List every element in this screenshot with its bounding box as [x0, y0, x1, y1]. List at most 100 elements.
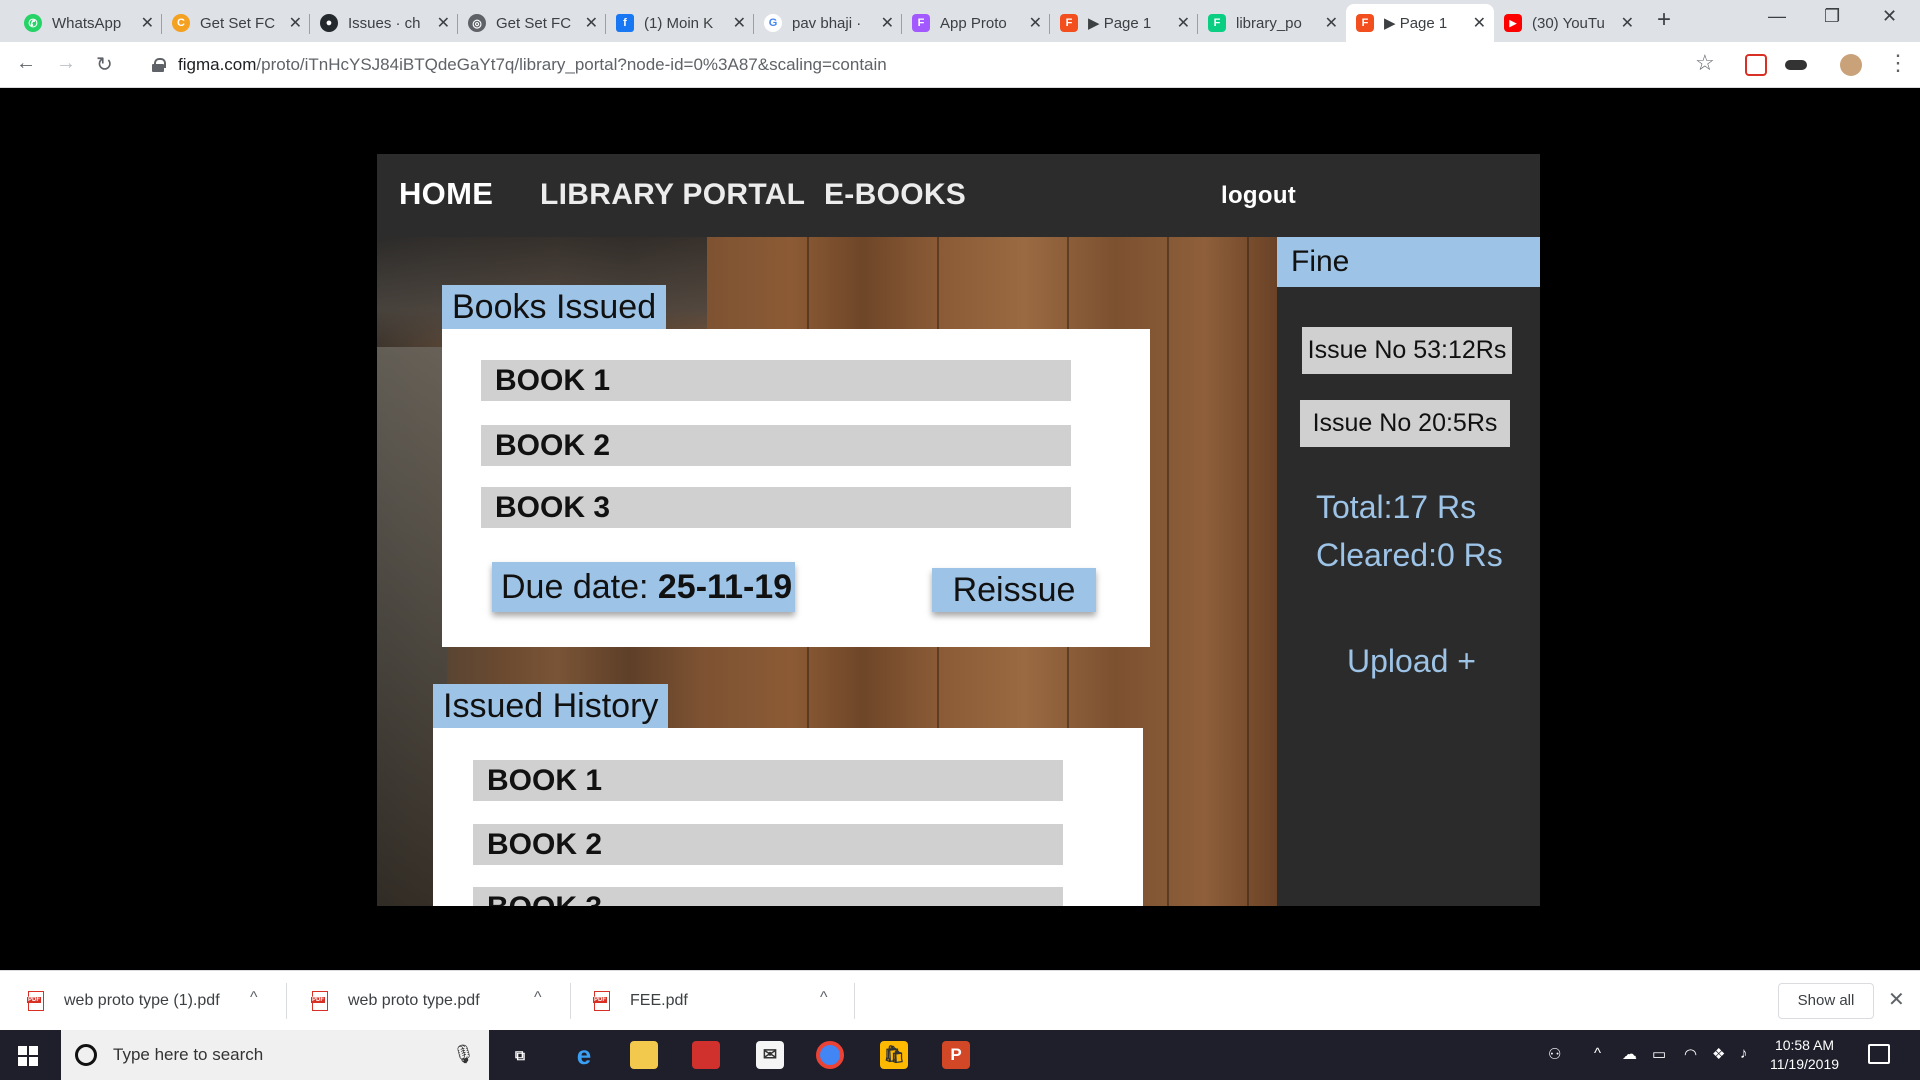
close-tab-icon[interactable]: ✕ [1029, 13, 1042, 33]
browser-tab-strip: ✆ WhatsApp ✕ C Get Set FC ✕ ● Issues · c… [0, 0, 1920, 42]
store-icon[interactable]: 🛍 [880, 1041, 908, 1069]
figma-icon: F [1060, 14, 1078, 32]
issued-book-item[interactable]: BOOK 3 [481, 487, 1071, 528]
issued-book-item[interactable]: BOOK 1 [481, 360, 1071, 401]
file-explorer-icon[interactable] [630, 1041, 658, 1069]
chevron-up-icon[interactable]: ^ [534, 989, 542, 1007]
tab-title: (1) Moin K [644, 14, 714, 32]
nav-ebooks[interactable]: E-BOOKS [824, 178, 966, 212]
facebook-icon: f [616, 14, 634, 32]
chevron-up-icon[interactable]: ^ [820, 989, 828, 1007]
tab-youtube[interactable]: ▶ (30) YouTu ✕ [1494, 4, 1642, 42]
logout-link[interactable]: logout [1221, 182, 1296, 210]
pocket-extension-icon[interactable] [1745, 54, 1767, 76]
close-tab-icon[interactable]: ✕ [437, 13, 450, 33]
gift-app-icon[interactable] [692, 1041, 720, 1069]
chevron-up-icon[interactable]: ^ [1594, 1045, 1601, 1062]
profile-avatar[interactable] [1840, 54, 1862, 76]
close-tab-icon[interactable]: ✕ [1177, 13, 1190, 33]
download-filename: web proto type.pdf [348, 992, 480, 1009]
close-tab-icon[interactable]: ✕ [1621, 13, 1634, 33]
issued-history-card: BOOK 1 BOOK 2 BOOK 3 [433, 728, 1143, 906]
tab-title: Issues · ch [348, 14, 421, 32]
github-icon: ● [320, 14, 338, 32]
figma-icon: F [912, 14, 930, 32]
close-tab-icon[interactable]: ✕ [141, 13, 154, 33]
download-item[interactable]: web proto type (1).pdf [27, 971, 220, 1031]
globe-icon: ◎ [468, 14, 486, 32]
reissue-button[interactable]: Reissue [932, 568, 1096, 612]
dropbox-icon[interactable]: ❖ [1712, 1045, 1725, 1063]
task-view-icon[interactable]: ⧉ [506, 1041, 534, 1069]
taskbar-search-input[interactable]: Type here to search 🎙 [61, 1030, 489, 1080]
tab-whatsapp[interactable]: ✆ WhatsApp ✕ [14, 4, 162, 42]
tab-getsetfc-2[interactable]: ◎ Get Set FC ✕ [458, 4, 606, 42]
show-all-button[interactable]: Show all [1778, 983, 1874, 1019]
figma-icon: F [1208, 14, 1226, 32]
close-tab-icon[interactable]: ✕ [1473, 13, 1486, 33]
close-tab-icon[interactable]: ✕ [733, 13, 746, 33]
windows-start-icon[interactable] [18, 1046, 38, 1066]
new-tab-icon[interactable]: + [1657, 6, 1671, 34]
window-close-icon[interactable]: ✕ [1882, 6, 1897, 27]
history-book-item[interactable]: BOOK 3 [473, 887, 1063, 906]
url-bar[interactable]: figma.com/proto/iTnHcYSJ84iBTQdeGaYt7q/l… [140, 48, 1705, 82]
search-placeholder: Type here to search [113, 1045, 264, 1064]
url-path: /proto/iTnHcYSJ84iBTQdeGaYt7q/library_po… [256, 55, 887, 74]
restore-icon[interactable]: ❐ [1824, 6, 1840, 27]
tab-getsetfc[interactable]: C Get Set FC ✕ [162, 4, 310, 42]
download-item[interactable]: FEE.pdf [593, 971, 688, 1031]
issued-book-item[interactable]: BOOK 2 [481, 425, 1071, 466]
tab-figma-page1-active[interactable]: F ▶ Page 1 ✕ [1346, 4, 1494, 42]
upload-button[interactable]: Upload + [1347, 643, 1476, 680]
reload-icon[interactable]: ↻ [96, 52, 113, 77]
back-arrow-icon[interactable]: ← [16, 52, 36, 75]
nav-home[interactable]: HOME [399, 176, 493, 212]
cortana-icon [75, 1044, 97, 1066]
tab-figma-page1[interactable]: F ▶ Page 1 ✕ [1050, 4, 1198, 42]
chrome-icon[interactable] [816, 1041, 844, 1069]
fine-issue-item[interactable]: Issue No 20:5Rs [1300, 400, 1510, 447]
wifi-icon[interactable]: ◠ [1684, 1045, 1697, 1063]
battery-icon[interactable]: ▭ [1652, 1045, 1666, 1063]
volume-icon[interactable]: ♪ [1740, 1045, 1748, 1062]
due-date-label: Due date: [501, 568, 658, 606]
forward-arrow-icon[interactable]: → [56, 52, 76, 75]
powerpoint-icon[interactable]: P [942, 1041, 970, 1069]
close-tab-icon[interactable]: ✕ [585, 13, 598, 33]
microphone-icon[interactable]: 🎙 [452, 1044, 475, 1065]
chevron-up-icon[interactable]: ^ [250, 989, 258, 1007]
tab-figma-app-proto[interactable]: F App Proto ✕ [902, 4, 1050, 42]
minimize-icon[interactable]: — [1768, 6, 1786, 27]
incognito-extension-icon[interactable] [1785, 60, 1807, 70]
mail-icon[interactable]: ✉ [756, 1041, 784, 1069]
figma-icon: F [1356, 14, 1374, 32]
history-book-item[interactable]: BOOK 2 [473, 824, 1063, 865]
tab-title: pav bhaji · [792, 14, 862, 32]
people-icon[interactable]: ⚇ [1548, 1045, 1561, 1063]
notification-center-icon[interactable] [1868, 1044, 1890, 1064]
bookmark-star-icon[interactable]: ☆ [1695, 50, 1715, 76]
prototype-canvas: HOME LIBRARY PORTAL E-BOOKS logout Books… [0, 88, 1920, 970]
tab-facebook[interactable]: f (1) Moin K ✕ [606, 4, 754, 42]
library-portal-frame: HOME LIBRARY PORTAL E-BOOKS logout Books… [377, 154, 1540, 906]
tab-github-issues[interactable]: ● Issues · ch ✕ [310, 4, 458, 42]
tab-figma-library-portal[interactable]: F library_po ✕ [1198, 4, 1346, 42]
history-book-item[interactable]: BOOK 1 [473, 760, 1063, 801]
close-downloads-icon[interactable]: ✕ [1888, 987, 1905, 1012]
lock-icon [152, 58, 166, 72]
download-item[interactable]: web proto type.pdf [311, 971, 480, 1031]
due-date-value: 25-11-19 [657, 568, 793, 606]
whatsapp-icon: ✆ [24, 14, 42, 32]
close-tab-icon[interactable]: ✕ [1325, 13, 1338, 33]
tab-title: WhatsApp [52, 14, 122, 32]
menu-kebab-icon[interactable]: ⋮ [1887, 50, 1909, 76]
close-tab-icon[interactable]: ✕ [289, 13, 302, 33]
edge-icon[interactable]: e [570, 1040, 598, 1070]
tab-google-search[interactable]: G pav bhaji · ✕ [754, 4, 902, 42]
onedrive-icon[interactable]: ☁ [1622, 1045, 1637, 1063]
fine-issue-item[interactable]: Issue No 53:12Rs [1302, 327, 1512, 374]
nav-library-portal[interactable]: LIBRARY PORTAL [540, 178, 805, 212]
taskbar-clock[interactable]: 10:58 AM 11/19/2019 [1770, 1036, 1839, 1074]
close-tab-icon[interactable]: ✕ [881, 13, 894, 33]
